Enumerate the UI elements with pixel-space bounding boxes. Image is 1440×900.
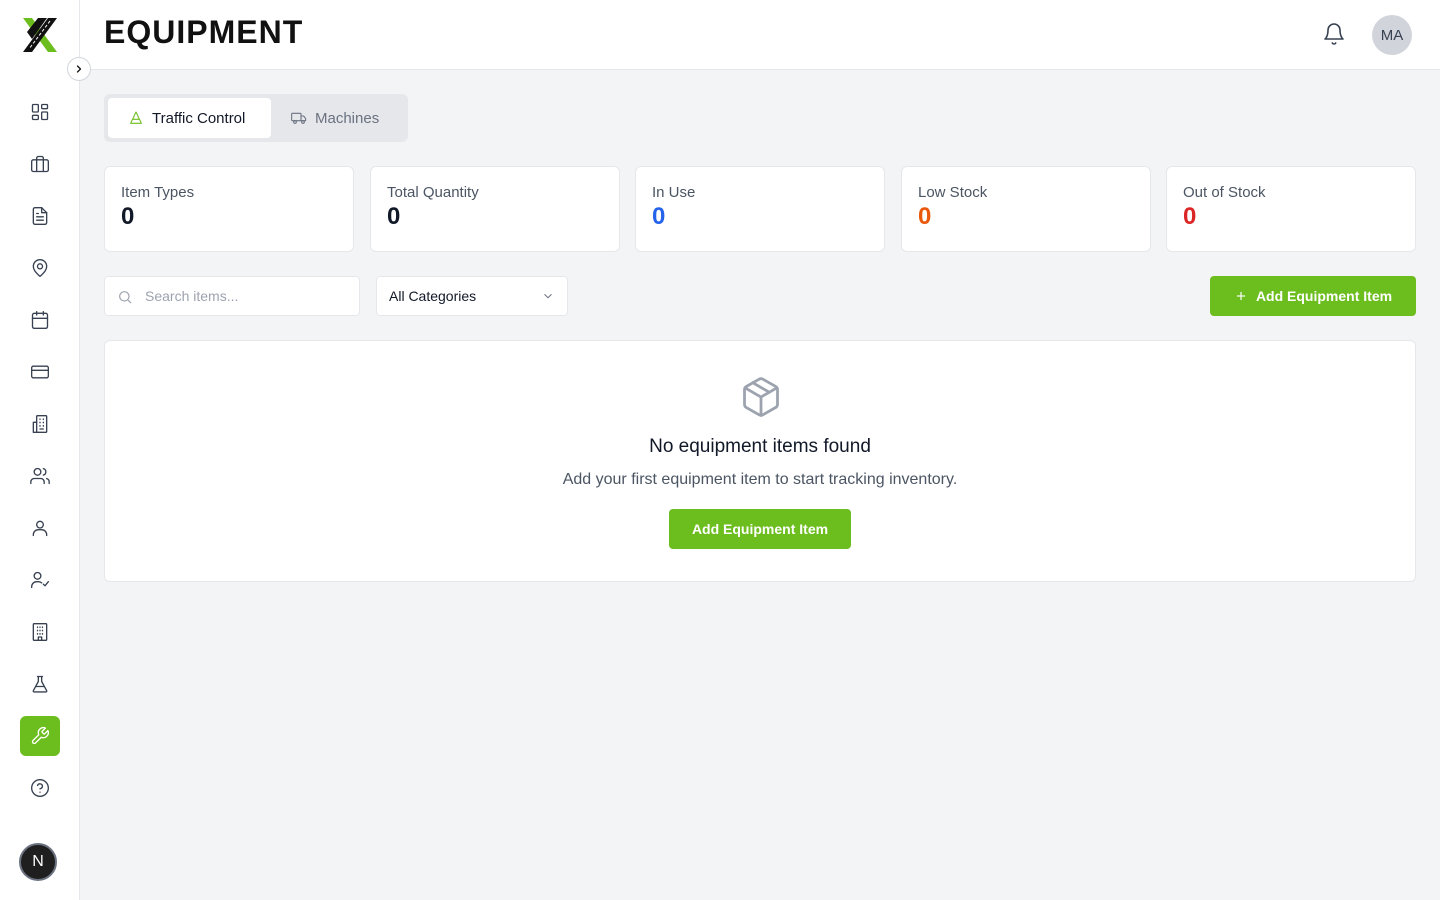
truck-icon <box>291 112 307 124</box>
cone-icon <box>130 111 142 124</box>
add-equipment-label: Add Equipment Item <box>1255 288 1393 304</box>
stat-value: 0 <box>918 203 932 230</box>
empty-state-add-button[interactable]: Add Equipment Item <box>669 509 851 549</box>
package-icon <box>743 377 779 417</box>
search-box <box>104 276 360 316</box>
sidebar-item-company[interactable] <box>20 612 60 652</box>
stat-card-low-stock: Low Stock 0 <box>901 166 1151 252</box>
stat-label: Low Stock <box>918 184 988 201</box>
logo[interactable] <box>20 15 60 55</box>
stat-card-total-quantity: Total Quantity 0 <box>370 166 620 252</box>
stat-label: Item Types <box>121 184 195 201</box>
avatar[interactable]: MA <box>1372 15 1412 55</box>
chevron-right-icon <box>76 65 82 73</box>
location-pin-icon <box>32 259 48 277</box>
help-circle-icon <box>31 779 49 797</box>
sidebar-toggle-button[interactable] <box>67 57 91 81</box>
office-building-icon <box>32 623 48 641</box>
equipment-tabs: Traffic Control Machines <box>104 94 408 142</box>
stat-label: Total Quantity <box>387 184 479 201</box>
header: EQUIPMENT MA <box>80 0 1440 70</box>
wrench-icon <box>31 727 49 745</box>
tab-label: Machines <box>315 109 380 127</box>
sidebar-item-profile[interactable] <box>20 508 60 548</box>
category-select[interactable]: All Categories <box>376 276 568 316</box>
tab-traffic-control[interactable]: Traffic Control <box>108 98 271 138</box>
sidebar-item-billing[interactable] <box>20 352 60 392</box>
stat-value: 0 <box>121 203 135 230</box>
sidebar-item-clients[interactable] <box>20 404 60 444</box>
tab-label: Traffic Control <box>152 109 246 127</box>
sidebar-item-approvals[interactable] <box>20 560 60 600</box>
add-equipment-button[interactable]: Add Equipment Item <box>1210 276 1416 316</box>
sidebar-item-locations[interactable] <box>20 248 60 288</box>
search-input[interactable] <box>145 277 355 315</box>
user-icon <box>32 520 48 537</box>
user-check-icon <box>31 571 49 589</box>
sidebar-item-team[interactable] <box>20 456 60 496</box>
empty-state: No equipment items found Add your first … <box>104 340 1416 582</box>
bell-icon[interactable] <box>1322 22 1346 46</box>
stat-value: 0 <box>1183 203 1197 230</box>
search-icon <box>119 291 132 304</box>
chevron-down-icon <box>544 293 552 299</box>
stat-card-item-types: Item Types 0 <box>104 166 354 252</box>
tab-machines[interactable]: Machines <box>271 98 399 138</box>
sidebar-item-lab[interactable] <box>20 664 60 704</box>
sidebar-item-jobs[interactable] <box>20 144 60 184</box>
stat-label: Out of Stock <box>1183 184 1266 201</box>
users-icon <box>30 467 50 485</box>
calendar-icon <box>31 311 49 329</box>
stat-card-in-use: In Use 0 <box>635 166 885 252</box>
sidebar-item-dashboard[interactable] <box>20 92 60 132</box>
sidebar-item-help[interactable] <box>20 768 60 808</box>
document-icon <box>32 207 48 225</box>
dashboard-icon <box>31 103 49 121</box>
stat-card-out-of-stock: Out of Stock 0 <box>1166 166 1416 252</box>
stat-value: 0 <box>387 203 401 230</box>
sidebar-item-calendar[interactable] <box>20 300 60 340</box>
empty-state-title: No equipment items found <box>649 436 871 457</box>
category-selected-value: All Categories <box>389 288 477 304</box>
stat-label: In Use <box>652 184 696 201</box>
sidebar: N <box>0 0 80 900</box>
empty-state-subtitle: Add your first equipment item to start t… <box>562 471 958 488</box>
briefcase-icon <box>31 155 49 173</box>
sidebar-item-equipment[interactable] <box>20 716 60 756</box>
footer-badge[interactable]: N <box>19 843 57 881</box>
plus-icon <box>1236 291 1246 301</box>
stat-value: 0 <box>652 203 666 230</box>
buildings-icon <box>32 415 48 433</box>
sidebar-item-documents[interactable] <box>20 196 60 236</box>
flask-icon <box>32 675 48 693</box>
page-title: EQUIPMENT <box>104 14 304 50</box>
credit-card-icon <box>31 365 49 379</box>
